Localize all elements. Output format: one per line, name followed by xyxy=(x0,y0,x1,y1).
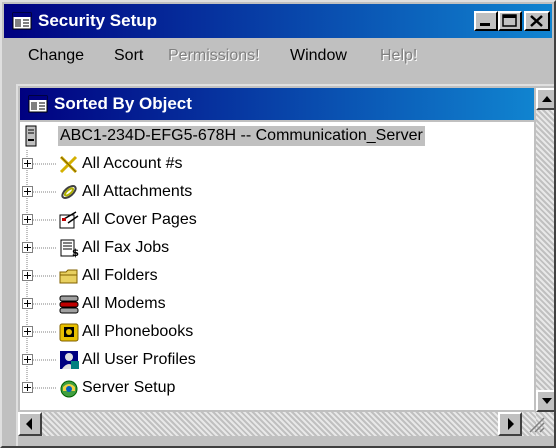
account-icon xyxy=(59,155,78,174)
tree-root-label: ABC1-234D-EFG5-678H -- Communication_Ser… xyxy=(58,126,425,146)
window-title: Security Setup xyxy=(38,11,158,30)
expand-icon[interactable] xyxy=(22,214,33,225)
expand-icon[interactable] xyxy=(22,242,33,253)
menu-window[interactable]: Window xyxy=(290,46,347,66)
scroll-right-button[interactable] xyxy=(498,412,522,436)
tree-node-label: All Modems xyxy=(82,295,166,312)
fax-jobs-icon: $ xyxy=(60,239,79,259)
object-tree: ABC1-234D-EFG5-678H -- Communication_Ser… xyxy=(20,122,534,410)
scroll-down-icon xyxy=(542,398,552,404)
tree-node-label: All Folders xyxy=(82,267,158,284)
tree-node-cover-pages[interactable]: All Cover Pages xyxy=(20,206,534,234)
modems-icon xyxy=(59,295,79,314)
attachment-icon xyxy=(61,185,77,199)
minimize-button[interactable] xyxy=(474,11,498,31)
sorted-by-object-window: Sorted By Object ABC1-234D-EFG5-678H -- … xyxy=(16,84,554,446)
tree-node-attachments[interactable]: All Attachments xyxy=(20,178,534,206)
expand-icon[interactable] xyxy=(22,298,33,309)
security-setup-app-icon xyxy=(12,12,32,30)
menu-change[interactable]: Change xyxy=(28,46,84,66)
scroll-left-button[interactable] xyxy=(18,412,42,436)
tree-node-user-profiles[interactable]: All User Profiles xyxy=(20,346,534,374)
tree-node-phonebooks[interactable]: All Phonebooks xyxy=(20,318,534,346)
menu-bar: Change Sort Permissions! Window Help! xyxy=(4,40,552,70)
child-title-bar[interactable]: Sorted By Object xyxy=(20,88,534,120)
tree-node-label: All Cover Pages xyxy=(82,211,197,228)
menu-sort[interactable]: Sort xyxy=(114,46,143,66)
maximize-icon xyxy=(502,14,517,27)
expand-icon[interactable] xyxy=(22,326,33,337)
expand-icon[interactable] xyxy=(22,270,33,281)
resize-grip-icon[interactable] xyxy=(526,414,546,434)
scroll-up-icon xyxy=(542,96,552,102)
menu-help: Help! xyxy=(380,47,418,64)
folders-icon xyxy=(59,269,78,284)
tree-node-server-setup[interactable]: Server Setup xyxy=(20,374,534,402)
horizontal-scrollbar[interactable] xyxy=(18,412,545,436)
expand-icon[interactable] xyxy=(22,158,33,169)
expand-icon[interactable] xyxy=(22,186,33,197)
tree-node-modems[interactable]: All Modems xyxy=(20,290,534,318)
close-button[interactable] xyxy=(524,11,550,31)
menu-permissions: Permissions! xyxy=(168,47,260,64)
scroll-left-icon xyxy=(26,418,32,430)
bottom-strip xyxy=(18,436,554,446)
scroll-down-button[interactable] xyxy=(536,390,554,412)
tree-node-fax-jobs[interactable]: $ All Fax Jobs xyxy=(20,234,534,262)
svg-text:$: $ xyxy=(72,248,79,259)
tree-node-account[interactable]: All Account #s xyxy=(20,150,534,178)
title-bar[interactable]: Security Setup xyxy=(4,4,552,38)
minimize-icon xyxy=(480,23,490,26)
maximize-button[interactable] xyxy=(498,11,522,31)
cover-pages-icon xyxy=(59,211,79,229)
child-window-icon xyxy=(28,95,48,113)
tree-node-label: All Attachments xyxy=(82,183,193,200)
child-window-title: Sorted By Object xyxy=(54,94,192,113)
user-profiles-icon xyxy=(60,351,79,369)
server-icon xyxy=(25,125,37,147)
tree-node-label: All Account #s xyxy=(82,155,183,172)
vertical-scrollbar[interactable] xyxy=(536,88,554,446)
close-icon xyxy=(530,15,543,27)
server-setup-icon xyxy=(60,380,78,398)
tree-node-label: Server Setup xyxy=(82,379,176,396)
security-setup-window: Security Setup Change Sort Permissions! … xyxy=(0,0,556,448)
tree-node-label: All Phonebooks xyxy=(82,323,194,340)
scroll-up-button[interactable] xyxy=(536,88,554,110)
scroll-right-icon xyxy=(508,418,514,430)
expand-icon[interactable] xyxy=(22,382,33,393)
expand-icon[interactable] xyxy=(22,354,33,365)
phonebooks-icon xyxy=(59,323,79,342)
tree-node-label: All Fax Jobs xyxy=(82,239,170,256)
tree-root-server[interactable]: ABC1-234D-EFG5-678H -- Communication_Ser… xyxy=(20,122,534,150)
tree-node-label: All User Profiles xyxy=(82,351,196,368)
tree-node-folders[interactable]: All Folders xyxy=(20,262,534,290)
